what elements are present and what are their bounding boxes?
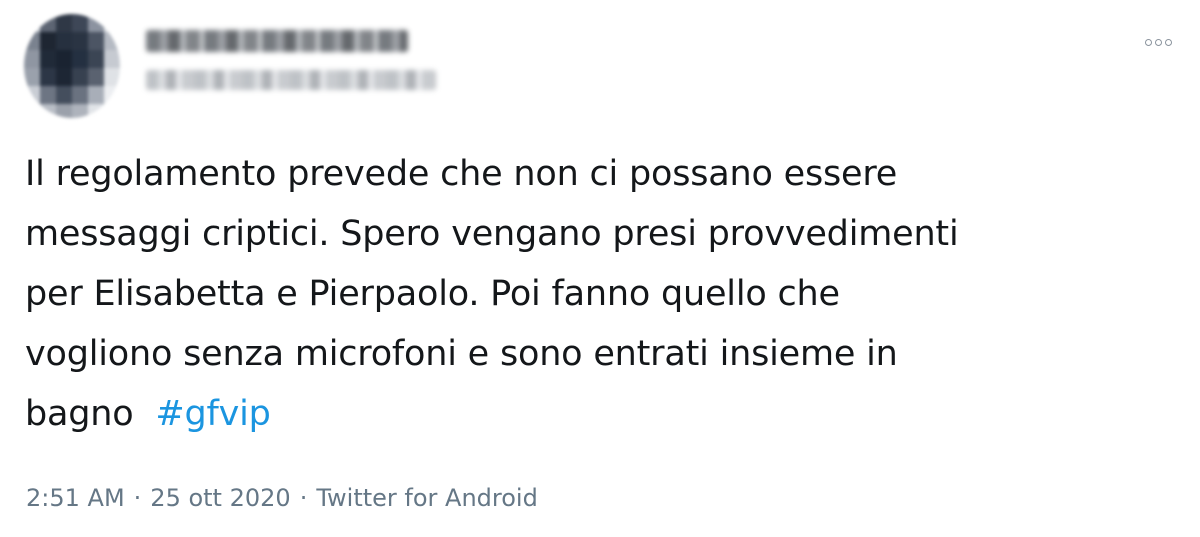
more-dot [1164, 38, 1172, 46]
handle-redacted[interactable] [146, 70, 436, 90]
more-dot [1154, 38, 1162, 46]
tweet-text-line: bagno [25, 394, 145, 434]
tweet-text-line: per Elisabetta e Pierpaolo. Poi fanno qu… [25, 274, 840, 314]
avatar[interactable] [24, 14, 120, 118]
tweet-card: Il regolamento prevede che non ci possan… [0, 0, 1200, 537]
tweet-text-last-line: bagno #gfvip [25, 384, 1165, 444]
hashtag-link[interactable]: #gfvip [155, 394, 271, 434]
tweet-text-line: Il regolamento prevede che non ci possan… [25, 154, 898, 194]
tweet-source[interactable]: Twitter for Android [316, 484, 537, 512]
tweet-date[interactable]: 25 ott 2020 [150, 484, 290, 512]
tweet-metadata: 2:51 AM · 25 ott 2020 · Twitter for Android [26, 482, 538, 514]
tweet-text: Il regolamento prevede che non ci possan… [25, 144, 1165, 444]
tweet-text-line: vogliono senza microfoni e sono entrati … [25, 334, 898, 374]
more-options-icon[interactable] [1140, 30, 1176, 54]
display-name-redacted[interactable] [146, 30, 408, 52]
more-dot [1144, 38, 1152, 46]
tweet-text-line: messaggi criptici. Spero vengano presi p… [25, 214, 959, 254]
separator: · [133, 484, 142, 512]
separator: · [299, 484, 308, 512]
tweet-time[interactable]: 2:51 AM [26, 484, 125, 512]
